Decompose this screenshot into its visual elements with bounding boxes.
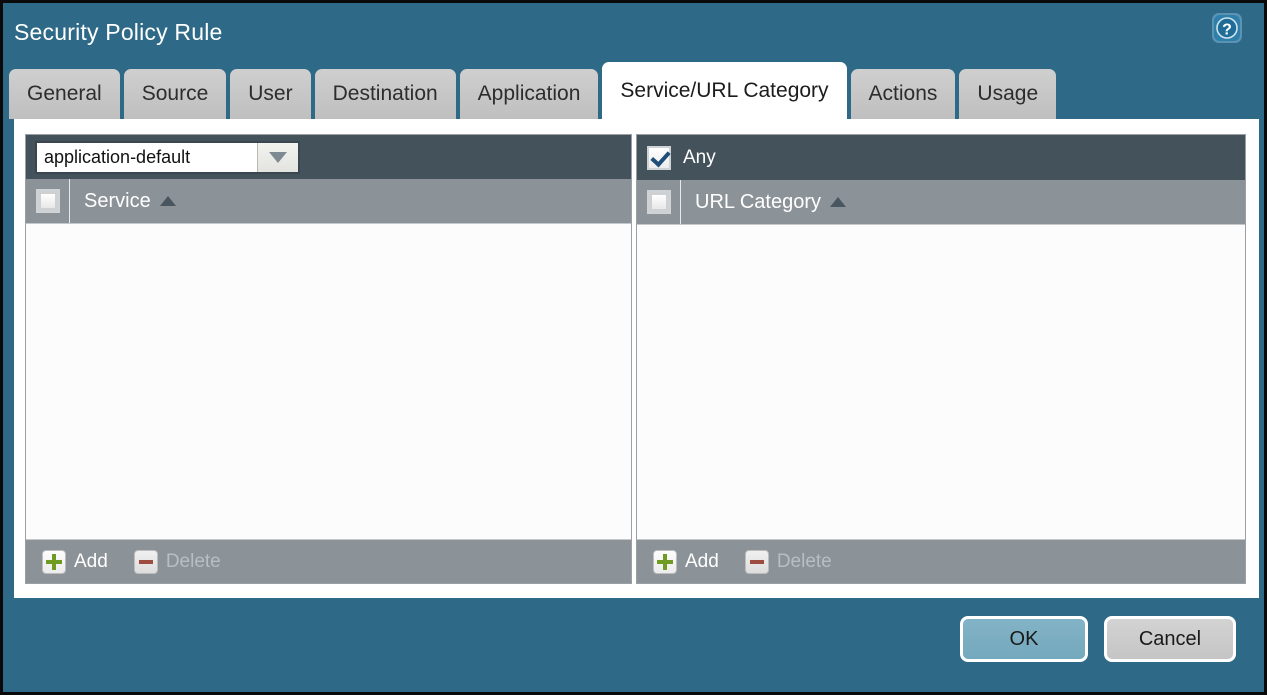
tab-source[interactable]: Source <box>124 69 227 119</box>
service-add-label: Add <box>74 551 108 573</box>
service-select-all-cell[interactable] <box>26 179 70 223</box>
url-category-panel: Any URL Category Add <box>636 134 1246 584</box>
svg-text:?: ? <box>1222 22 1232 39</box>
url-category-panel-footer: Add Delete <box>637 539 1245 583</box>
url-category-delete-button: Delete <box>745 550 832 574</box>
url-category-column-title[interactable]: URL Category <box>681 191 846 214</box>
minus-icon <box>745 550 769 574</box>
service-column-header: Service <box>26 179 631 224</box>
url-category-column-label: URL Category <box>695 191 821 214</box>
chevron-down-icon[interactable] <box>257 143 298 172</box>
url-category-column-header: URL Category <box>637 180 1245 225</box>
service-panel-toolbar: application-default <box>26 135 631 179</box>
url-category-list-body[interactable] <box>637 225 1245 514</box>
sort-ascending-icon <box>160 196 176 206</box>
tab-strip: General Source User Destination Applicat… <box>9 65 1060 119</box>
url-category-select-all-cell[interactable] <box>637 180 681 224</box>
help-icon[interactable]: ? <box>1211 12 1243 44</box>
url-category-any-label: Any <box>683 147 716 169</box>
service-column-title[interactable]: Service <box>70 190 176 213</box>
url-category-select-all-checkbox[interactable] <box>647 190 671 214</box>
sort-ascending-icon <box>830 197 846 207</box>
ok-button[interactable]: OK <box>960 616 1088 662</box>
plus-icon <box>653 550 677 574</box>
dialog-footer: OK Cancel <box>3 598 1264 692</box>
cancel-button[interactable]: Cancel <box>1104 616 1236 662</box>
tab-usage[interactable]: Usage <box>959 69 1056 119</box>
url-category-add-label: Add <box>685 551 719 573</box>
url-category-panel-toolbar: Any <box>637 135 1245 180</box>
tab-application[interactable]: Application <box>460 69 599 119</box>
url-category-add-button[interactable]: Add <box>653 550 719 574</box>
service-delete-label: Delete <box>166 551 221 573</box>
service-column-label: Service <box>84 190 151 213</box>
tab-actions[interactable]: Actions <box>851 69 956 119</box>
url-category-delete-label: Delete <box>777 551 832 573</box>
security-policy-rule-dialog: Security Policy Rule ? General Source Us… <box>0 0 1267 695</box>
service-select[interactable]: application-default <box>35 141 300 174</box>
minus-icon <box>134 550 158 574</box>
tab-content-panel: application-default Service <box>14 119 1259 598</box>
service-add-button[interactable]: Add <box>42 550 108 574</box>
url-category-any-row[interactable]: Any <box>637 135 716 180</box>
service-list-body[interactable] <box>26 224 631 514</box>
page-title: Security Policy Rule <box>14 19 223 46</box>
service-select-value: application-default <box>37 143 257 172</box>
service-select-all-checkbox[interactable] <box>36 189 60 213</box>
tab-user[interactable]: User <box>230 69 310 119</box>
service-delete-button: Delete <box>134 550 221 574</box>
service-panel-footer: Add Delete <box>26 539 631 583</box>
tab-service-url-category[interactable]: Service/URL Category <box>602 62 846 119</box>
plus-icon <box>42 550 66 574</box>
url-category-any-checkbox[interactable] <box>647 146 671 170</box>
service-panel: application-default Service <box>25 134 632 584</box>
dialog-titlebar: Security Policy Rule ? <box>3 3 1264 65</box>
tab-general[interactable]: General <box>9 69 120 119</box>
tab-destination[interactable]: Destination <box>315 69 456 119</box>
